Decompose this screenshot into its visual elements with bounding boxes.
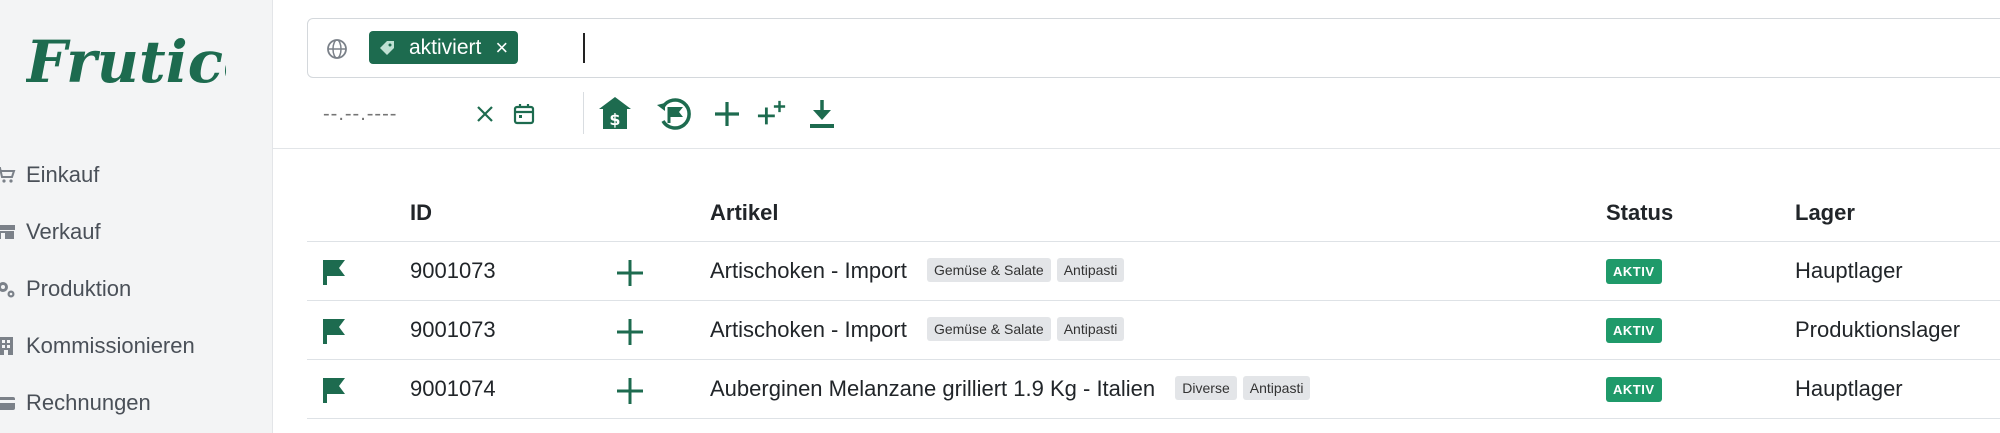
brand-logo-image: Frutico — [24, 28, 262, 96]
table-row[interactable]: 9001073 Artischoken - Import Gemüse & Sa… — [307, 242, 2000, 301]
category-badge: Antipasti — [1242, 376, 1311, 401]
row-lager: Hauptlager — [1795, 258, 1903, 283]
text-cursor — [583, 33, 585, 63]
table-row[interactable]: 9001073 Artischoken - Import Gemüse & Sa… — [307, 301, 2000, 360]
card-icon — [0, 397, 15, 410]
logo-text: Frutico — [26, 28, 226, 96]
status-badge: AKTIV — [1606, 259, 1662, 284]
category-badge: Gemüse & Salate — [926, 258, 1051, 283]
search-bar[interactable]: aktiviert × — [307, 18, 2000, 78]
download-icon[interactable] — [807, 99, 837, 129]
building-icon — [0, 337, 13, 355]
add-icon[interactable] — [615, 258, 645, 288]
table-row[interactable]: 9001074 Auberginen Melanzane grilliert 1… — [307, 360, 2000, 419]
calendar-icon[interactable] — [509, 99, 539, 129]
category-badge: Antipasti — [1056, 258, 1125, 283]
row-lager: Hauptlager — [1795, 376, 1903, 401]
gears-icon — [0, 282, 15, 298]
artikel-tags: Gemüse & Salate Antipasti — [926, 258, 1125, 283]
filter-tag-label: aktiviert — [409, 35, 482, 59]
tag-icon — [380, 40, 394, 55]
row-id: 9001073 — [410, 258, 496, 283]
sidebar-item-label: Einkauf — [26, 162, 100, 187]
flag-restore-icon[interactable] — [655, 95, 693, 133]
row-artikel: Auberginen Melanzane grilliert 1.9 Kg - … — [710, 376, 1311, 402]
artikel-name: Auberginen Melanzane grilliert 1.9 Kg - … — [710, 376, 1156, 401]
toolbar: $ — [307, 92, 2000, 136]
artikel-name: Artischoken - Import — [710, 258, 907, 283]
cart-icon — [0, 167, 16, 183]
status-badge: AKTIV — [1606, 377, 1662, 402]
row-artikel: Artischoken - Import Gemüse & Salate Ant… — [710, 317, 1125, 343]
row-artikel: Artischoken - Import Gemüse & Salate Ant… — [710, 258, 1125, 284]
column-header-lager[interactable]: Lager — [1795, 200, 1855, 226]
store-icon — [0, 225, 15, 239]
category-badge: Gemüse & Salate — [926, 317, 1051, 342]
column-header-artikel[interactable]: Artikel — [710, 200, 778, 226]
sidebar-item-produktion[interactable]: Produktion — [0, 269, 131, 309]
sidebar-item-label: Kommissionieren — [26, 333, 195, 358]
svg-text:$: $ — [609, 110, 620, 129]
column-header-id[interactable]: ID — [410, 200, 432, 226]
sidebar-item-rechnungen[interactable]: Rechnungen — [0, 383, 151, 423]
sidebar-item-label: Produktion — [26, 276, 132, 301]
warehouse-money-icon[interactable]: $ — [597, 95, 633, 131]
remove-tag-icon[interactable]: × — [495, 36, 508, 59]
sidebar-item-label: Verkauf — [26, 219, 101, 244]
sidebar-item-kommissionieren[interactable]: Kommissionieren — [0, 326, 195, 366]
category-badge: Antipasti — [1056, 317, 1125, 342]
flag-icon[interactable] — [319, 317, 347, 345]
artikel-name: Artischoken - Import — [710, 317, 907, 342]
filter-tag: aktiviert × — [369, 31, 519, 64]
sidebar-item-label: Rechnungen — [26, 390, 151, 415]
globe-icon[interactable] — [326, 38, 348, 60]
sidebar-item-einkauf[interactable]: Einkauf — [0, 155, 99, 195]
table-header: ID Artikel Status Lager — [307, 183, 2000, 242]
header-divider — [272, 148, 2000, 149]
toolbar-separator — [583, 92, 584, 134]
plus-multiple-icon[interactable] — [757, 99, 787, 129]
add-icon[interactable] — [615, 376, 645, 406]
sidebar: Frutico Einkauf Verkauf Produktion — [0, 0, 273, 433]
flag-icon[interactable] — [319, 258, 347, 286]
row-id: 9001073 — [410, 317, 496, 342]
plus-icon[interactable] — [712, 99, 742, 129]
artikel-tags: Diverse Antipasti — [1175, 376, 1311, 401]
row-id: 9001074 — [410, 376, 496, 401]
date-input[interactable] — [321, 102, 475, 127]
row-lager: Produktionslager — [1795, 317, 1961, 342]
column-header-status[interactable]: Status — [1606, 200, 1673, 226]
add-icon[interactable] — [615, 317, 645, 347]
clear-icon[interactable] — [470, 99, 500, 129]
flag-icon[interactable] — [319, 376, 347, 404]
brand-logo[interactable]: Frutico — [24, 18, 262, 108]
status-badge: AKTIV — [1606, 318, 1662, 343]
main-content: aktiviert × $ — [272, 0, 2000, 433]
sidebar-item-verkauf[interactable]: Verkauf — [0, 212, 101, 252]
category-badge: Diverse — [1175, 376, 1237, 401]
artikel-tags: Gemüse & Salate Antipasti — [926, 317, 1125, 342]
